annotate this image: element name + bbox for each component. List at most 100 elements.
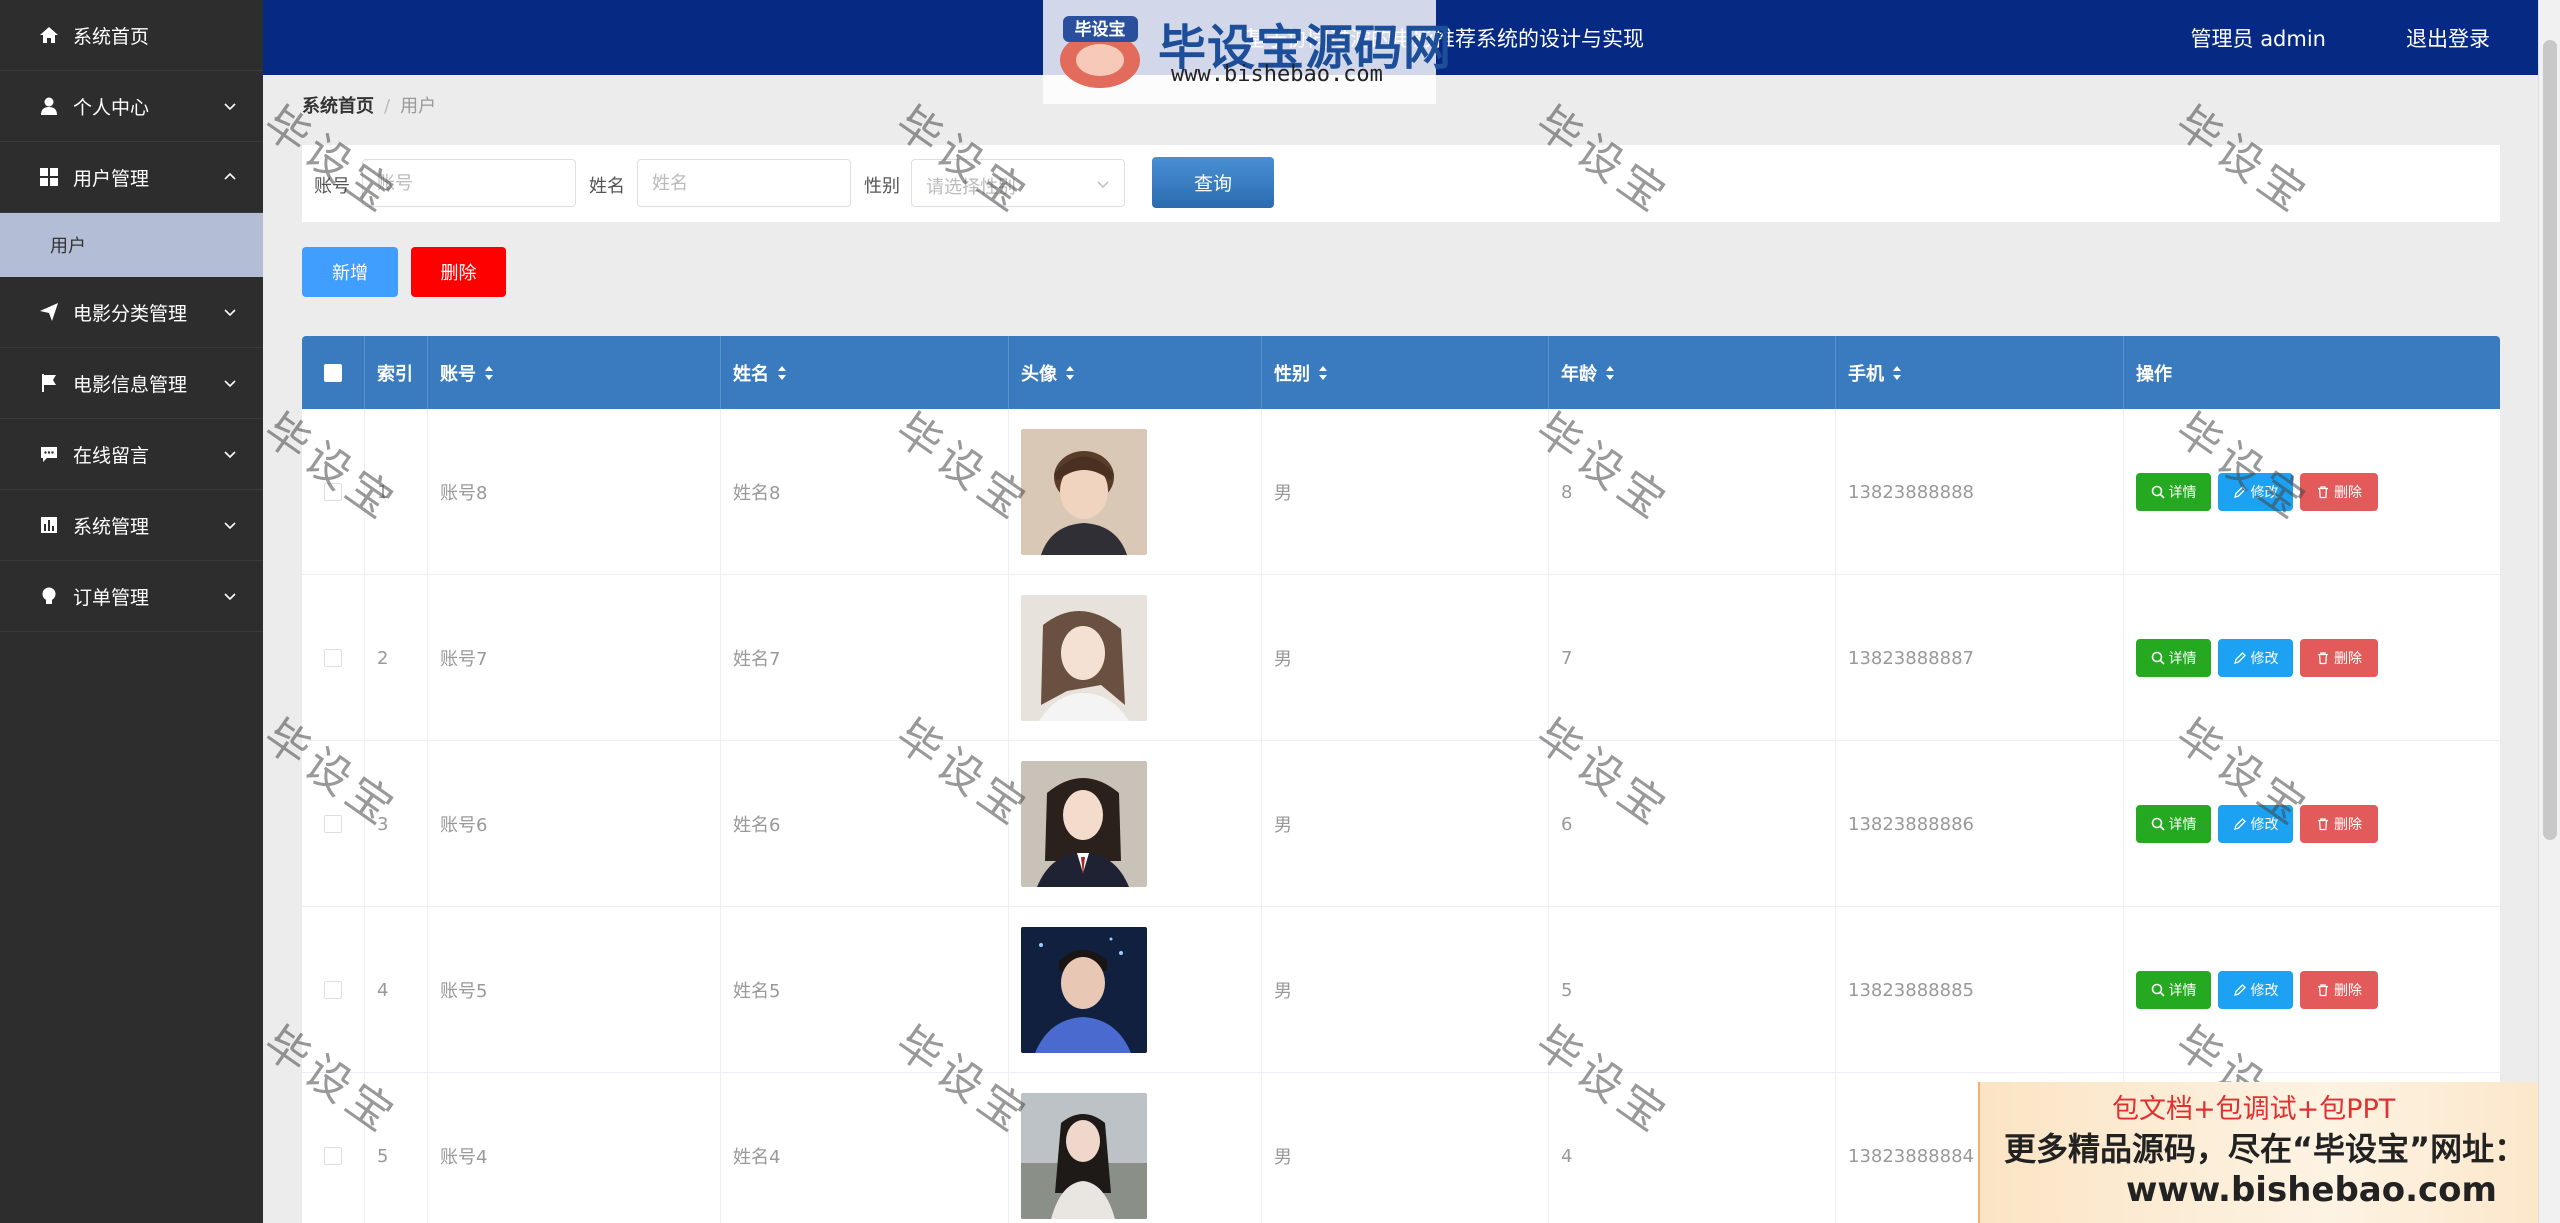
cell-avatar: [1009, 907, 1262, 1073]
edit-button[interactable]: 修改: [2218, 473, 2293, 511]
sidebar-item-movie-category[interactable]: 电影分类管理: [0, 277, 263, 348]
delete-button[interactable]: 删除: [2300, 473, 2378, 511]
trash-icon: [2318, 818, 2328, 831]
row-select[interactable]: [302, 409, 365, 575]
breadcrumb-home[interactable]: 系统首页: [302, 96, 374, 117]
cell-age: 5: [1549, 907, 1836, 1073]
sidebar-item-messages[interactable]: 在线留言: [0, 419, 263, 490]
ad-line-1: 包文档+包调试+包PPT: [2112, 1094, 2396, 1125]
sidebar-item-orders[interactable]: 订单管理: [0, 561, 263, 632]
edit-button[interactable]: 修改: [2218, 971, 2293, 1009]
delete-label: 删除: [2334, 485, 2362, 501]
avatar-image[interactable]: [1021, 1093, 1147, 1219]
row-select[interactable]: [302, 907, 365, 1073]
header-account[interactable]: 账号: [428, 336, 721, 409]
row-select[interactable]: [302, 741, 365, 907]
query-button[interactable]: 查询: [1152, 157, 1274, 208]
row-checkbox[interactable]: [324, 483, 342, 501]
sidebar-subitem-users[interactable]: 用户: [0, 213, 263, 277]
sidebar-item-system[interactable]: 系统管理: [0, 490, 263, 561]
sidebar-item-home[interactable]: 系统首页: [0, 0, 263, 71]
sort-icon[interactable]: [1605, 365, 1615, 381]
chevron-down-icon: [224, 103, 236, 111]
delete-button[interactable]: 删除: [2300, 639, 2378, 677]
cell-age: 4: [1549, 1073, 1836, 1223]
header-phone[interactable]: 手机: [1836, 336, 2124, 409]
cell-index: 4: [365, 907, 428, 1073]
row-checkbox[interactable]: [324, 981, 342, 999]
scrollbar-thumb[interactable]: [2543, 40, 2557, 840]
logo-badge-text: 毕设宝: [1075, 19, 1126, 40]
header-select-all[interactable]: [302, 336, 365, 409]
avatar-image[interactable]: [1021, 761, 1147, 887]
search-icon: [2151, 983, 2165, 997]
cell-account: 账号5: [428, 907, 721, 1073]
edit-label: 修改: [2250, 651, 2279, 667]
header-age[interactable]: 年龄: [1549, 336, 1836, 409]
send-icon: [38, 301, 60, 323]
sort-icon[interactable]: [484, 365, 494, 381]
detail-button[interactable]: 详情: [2136, 639, 2211, 677]
detail-button[interactable]: 详情: [2136, 971, 2211, 1009]
edit-button[interactable]: 修改: [2218, 639, 2293, 677]
sidebar-item-label: 电影信息管理: [73, 373, 188, 396]
sidebar-item-user-management[interactable]: 用户管理: [0, 142, 263, 213]
row-checkbox[interactable]: [324, 1147, 342, 1165]
batch-delete-button[interactable]: 删除: [411, 247, 506, 297]
avatar-image[interactable]: [1021, 927, 1147, 1053]
delete-button[interactable]: 删除: [2300, 971, 2378, 1009]
cell-name: 姓名5: [721, 907, 1009, 1073]
header-label: 索引: [377, 363, 413, 385]
select-all-checkbox[interactable]: [324, 363, 342, 382]
table-row: 3 账号6 姓名6 男 6 13823888886 详情 修改 删除: [302, 741, 2500, 907]
edit-button[interactable]: 修改: [2218, 805, 2293, 843]
detail-label: 详情: [2168, 817, 2197, 833]
home-icon: [38, 24, 60, 46]
row-checkbox[interactable]: [324, 649, 342, 667]
avatar-image[interactable]: [1021, 595, 1147, 721]
cell-index: 3: [365, 741, 428, 907]
edit-label: 修改: [2250, 485, 2279, 501]
cell-gender: 男: [1262, 907, 1549, 1073]
sidebar-item-profile[interactable]: 个人中心: [0, 71, 263, 142]
ad-line-3: www.bishebao.com: [2126, 1170, 2497, 1210]
row-checkbox[interactable]: [324, 815, 342, 833]
row-select[interactable]: [302, 575, 365, 741]
gender-select-placeholder: 请选择性别: [926, 177, 1016, 198]
header-gender[interactable]: 性别: [1262, 336, 1549, 409]
sort-icon[interactable]: [1892, 365, 1902, 381]
sidebar-item-movie-info[interactable]: 电影信息管理: [0, 348, 263, 419]
sort-icon[interactable]: [1065, 365, 1075, 381]
gender-select[interactable]: 请选择性别: [911, 159, 1125, 207]
sort-icon[interactable]: [777, 365, 787, 381]
detail-label: 详情: [2168, 485, 2197, 501]
page-scrollbar[interactable]: [2538, 0, 2560, 1223]
cell-age: 8: [1549, 409, 1836, 575]
account-input[interactable]: [362, 159, 576, 207]
bulb-icon: [38, 585, 60, 607]
avatar-image[interactable]: [1021, 429, 1147, 555]
chevron-down-icon: [224, 309, 236, 317]
add-button[interactable]: 新增: [302, 247, 398, 297]
name-input[interactable]: [637, 159, 851, 207]
delete-label: 删除: [2334, 983, 2362, 999]
cell-age: 6: [1549, 741, 1836, 907]
search-icon: [2151, 485, 2165, 499]
ad-banner[interactable]: 包文档+包调试+包PPT 更多精品源码，尽在“毕设宝”网址： www.bishe…: [1978, 1082, 2560, 1223]
header-label: 姓名: [733, 363, 769, 385]
search-icon: [2151, 817, 2165, 831]
cell-actions: 详情 修改 删除: [2124, 907, 2500, 1073]
header-label: 年龄: [1561, 363, 1597, 385]
row-select[interactable]: [302, 1073, 365, 1223]
edit-label: 修改: [2250, 817, 2279, 833]
cell-name: 姓名6: [721, 741, 1009, 907]
detail-button[interactable]: 详情: [2136, 473, 2211, 511]
sort-icon[interactable]: [1318, 365, 1328, 381]
delete-button[interactable]: 删除: [2300, 805, 2378, 843]
cell-name: 姓名7: [721, 575, 1009, 741]
table-row: 1 账号8 姓名8 男 8 13823888888 详情 修改 删除: [302, 409, 2500, 575]
header-name[interactable]: 姓名: [721, 336, 1009, 409]
header-avatar[interactable]: 头像: [1009, 336, 1262, 409]
logout-link[interactable]: 退出登录: [2406, 23, 2490, 53]
detail-button[interactable]: 详情: [2136, 805, 2211, 843]
